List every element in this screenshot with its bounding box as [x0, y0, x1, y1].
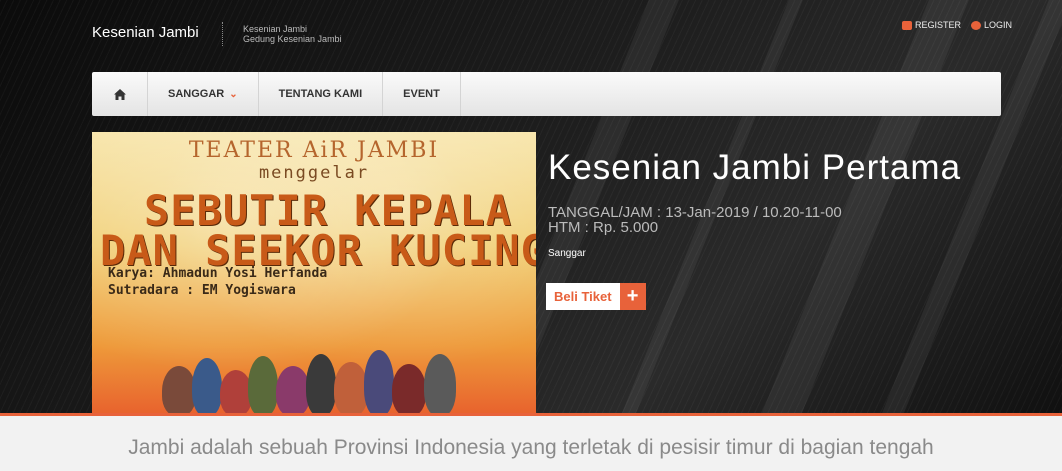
event-category[interactable]: Sanggar — [548, 248, 586, 259]
main-navbar: SANGGAR ⌄ TENTANG KAMI EVENT — [92, 72, 1001, 116]
brand-subtitle-line: Gedung Kesenian Jambi — [243, 34, 342, 44]
account-links: REGISTER LOGIN — [901, 20, 1012, 30]
brand-subtitle: Kesenian Jambi Gedung Kesenian Jambi — [243, 24, 342, 44]
brand-divider — [222, 22, 223, 46]
hero-accent-line — [0, 413, 1062, 416]
intro-text: Jambi adalah sebuah Provinsi Indonesia y… — [128, 436, 934, 459]
nav-item-event[interactable]: EVENT — [383, 72, 461, 116]
poster-text: Sutradara : EM Yogiswara — [108, 283, 296, 298]
event-poster: TEATER AiR JAMBI menggelar SEBUTIR KEPAL… — [92, 132, 536, 416]
event-price: HTM : Rp. 5.000 — [548, 219, 659, 236]
login-icon — [970, 20, 981, 30]
nav-home[interactable] — [92, 72, 148, 116]
hero-section: Kesenian Jambi Kesenian Jambi Gedung Kes… — [0, 0, 1062, 416]
poster-crowd-illustration — [152, 336, 482, 416]
login-link[interactable]: LOGIN — [970, 20, 1012, 30]
nav-item-label: TENTANG KAMI — [278, 88, 363, 100]
plus-icon: + — [619, 283, 646, 310]
brand-subtitle-line: Kesenian Jambi — [243, 24, 308, 34]
chevron-down-icon: ⌄ — [229, 88, 238, 100]
register-link[interactable]: REGISTER — [901, 20, 961, 30]
register-icon — [901, 20, 912, 30]
poster-text: TEATER AiR JAMBI — [188, 138, 440, 163]
register-label: REGISTER — [914, 20, 961, 30]
buy-ticket-label: Beli Tiket — [546, 283, 620, 310]
home-icon — [113, 88, 126, 100]
event-title: Kesenian Jambi Pertama — [548, 148, 962, 187]
nav-item-label: EVENT — [403, 88, 440, 100]
login-label: LOGIN — [983, 20, 1012, 30]
bg-stripe — [863, 0, 1062, 416]
poster-text: menggelar — [258, 163, 370, 183]
site-brand[interactable]: Kesenian Jambi — [92, 24, 199, 41]
nav-item-label: SANGGAR — [168, 88, 225, 100]
poster-text: Karya: Ahmadun Yosi Herfanda — [108, 266, 328, 281]
nav-item-tentang-kami[interactable]: TENTANG KAMI — [259, 72, 384, 116]
event-meta: TANGGAL/JAM : 13-Jan-2019 / 10.20-11-00 … — [548, 205, 842, 235]
event-datetime: TANGGAL/JAM : 13-Jan-2019 / 10.20-11-00 — [548, 204, 842, 221]
buy-ticket-button[interactable]: Beli Tiket + — [546, 283, 646, 310]
nav-item-sanggar[interactable]: SANGGAR ⌄ — [148, 72, 259, 116]
